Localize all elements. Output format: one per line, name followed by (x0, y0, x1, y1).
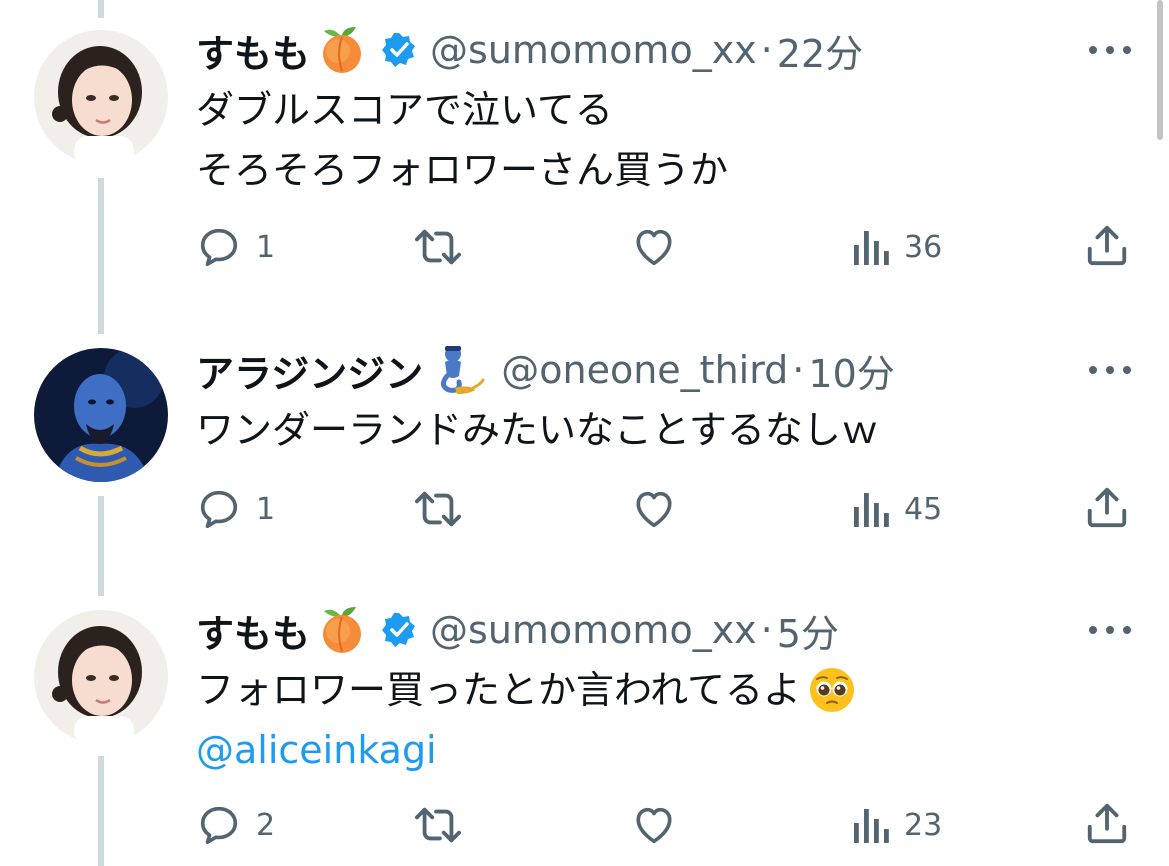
share-icon (1087, 225, 1127, 266)
retweet-button[interactable] (412, 800, 478, 850)
display-name[interactable]: アラジンジン (196, 343, 423, 398)
peach-emoji (316, 605, 368, 655)
view-count: 36 (904, 229, 943, 265)
retweet-button[interactable] (412, 222, 478, 272)
more-options-icon[interactable] (1089, 364, 1131, 376)
avatar[interactable] (34, 610, 168, 744)
views-button[interactable]: 23 (850, 800, 942, 850)
views-button[interactable]: 36 (850, 222, 942, 272)
reply-count: 1 (256, 491, 276, 527)
share-icon (1087, 487, 1127, 528)
reply-icon (200, 806, 238, 845)
tweet[interactable]: すもも @sumomomo_xx · 5分 フォロワー買ったとか言われてるよ @… (0, 588, 1169, 866)
retweet-button[interactable] (412, 484, 478, 534)
tweet-text: ワンダーランドみたいなことするなしｗ (196, 400, 879, 460)
like-button[interactable] (630, 222, 692, 272)
tweet[interactable]: アラジンジン @oneone_third · 10分 ワンダーランドみたいなこと… (0, 330, 1169, 590)
share-icon (1087, 803, 1127, 844)
separator: · (760, 28, 773, 72)
handle[interactable]: @sumomomo_xx (430, 608, 757, 652)
peach-emoji (316, 25, 368, 75)
tweet-line: そろそろフォロワーさん買うか (196, 148, 729, 192)
reply-count: 2 (256, 807, 276, 843)
heart-icon (636, 807, 672, 844)
tweet-text: ダブルスコアで泣いてる そろそろフォロワーさん買うか (196, 80, 728, 200)
tweet-header: アラジンジン @oneone_third · 10分 (196, 340, 895, 400)
view-count: 23 (904, 807, 943, 843)
retweet-icon (414, 807, 461, 843)
retweet-icon (414, 491, 461, 527)
reply-button[interactable]: 1 (196, 484, 275, 534)
reply-button[interactable]: 1 (196, 222, 275, 272)
reply-icon (200, 490, 238, 529)
handle[interactable]: @oneone_third (501, 348, 788, 392)
reply-count: 1 (256, 229, 276, 265)
display-name[interactable]: すもも (196, 603, 310, 658)
tweet-line: ダブルスコアで泣いてる (196, 88, 613, 132)
more-options-icon[interactable] (1089, 44, 1131, 56)
avatar[interactable] (34, 30, 168, 164)
display-name[interactable]: すもも (196, 23, 310, 78)
like-button[interactable] (630, 800, 692, 850)
tweet-text: フォロワー買ったとか言われてるよ @aliceinkagi (196, 660, 857, 780)
more-options-icon[interactable] (1089, 624, 1131, 636)
views-button[interactable]: 45 (850, 484, 942, 534)
views-chart-icon (854, 493, 889, 527)
timestamp[interactable]: 5分 (777, 603, 839, 658)
tweet[interactable]: すもも @sumomomo_xx · 22分 ダブルスコアで泣いてる そろそろフ… (0, 0, 1169, 300)
handle[interactable]: @sumomomo_xx (430, 28, 757, 72)
timestamp[interactable]: 10分 (808, 343, 894, 398)
separator: · (792, 348, 805, 392)
heart-icon (636, 491, 672, 528)
views-chart-icon (854, 809, 889, 843)
like-button[interactable] (630, 484, 692, 534)
reply-icon (200, 228, 238, 267)
verified-badge-icon (380, 31, 418, 69)
mention-link[interactable]: @aliceinkagi (196, 720, 857, 780)
separator: · (760, 608, 773, 652)
verified-badge-icon (380, 611, 418, 649)
tweet-line: ワンダーランドみたいなことするなしｗ (196, 408, 879, 452)
tweet-line: フォロワー買ったとか言われてるよ (196, 668, 801, 712)
share-button[interactable] (1084, 482, 1130, 532)
reply-button[interactable]: 2 (196, 800, 275, 850)
share-button[interactable] (1084, 798, 1130, 848)
tweet-header: すもも @sumomomo_xx · 5分 (196, 600, 839, 660)
timestamp[interactable]: 22分 (777, 23, 863, 78)
view-count: 45 (904, 491, 943, 527)
pleading-face-emoji (807, 665, 857, 715)
views-chart-icon (854, 231, 889, 265)
share-button[interactable] (1084, 220, 1130, 270)
avatar[interactable] (34, 348, 168, 482)
tweet-header: すもも @sumomomo_xx · 22分 (196, 20, 863, 80)
retweet-icon (414, 229, 461, 265)
genie-emoji (429, 344, 485, 396)
heart-icon (636, 229, 672, 266)
